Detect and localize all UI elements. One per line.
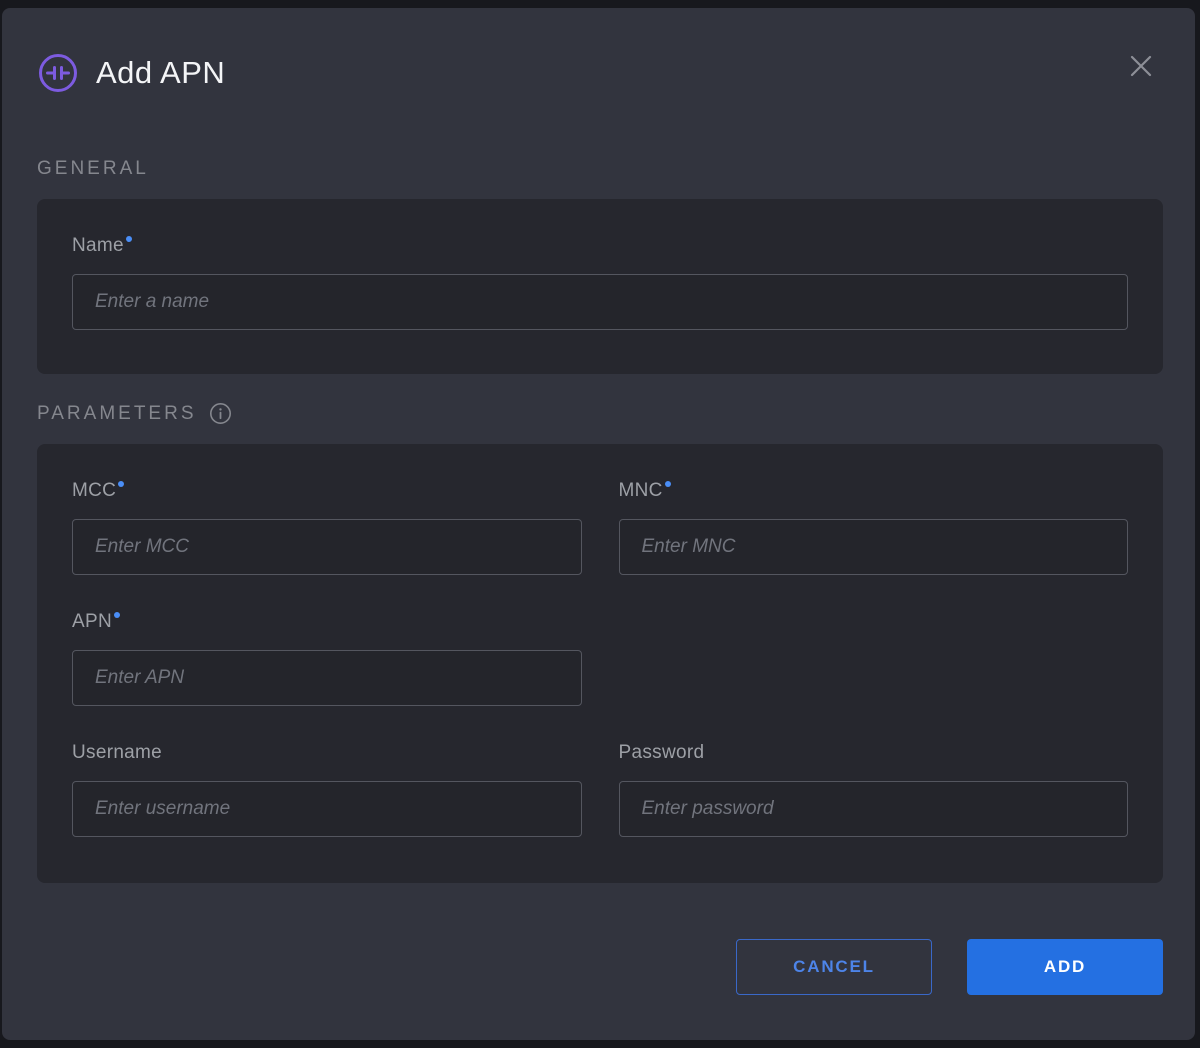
add-button[interactable]: ADD (967, 939, 1163, 995)
apn-label-row: APN (72, 611, 582, 634)
info-icon[interactable] (209, 402, 232, 425)
section-general-header: GENERAL (37, 158, 1163, 180)
modal-header: Add APN (37, 52, 1163, 94)
parameters-panel: MCC MNC APN Username (37, 444, 1163, 883)
password-label: Password (619, 742, 705, 763)
required-dot (114, 612, 120, 618)
apn-field: APN (72, 611, 582, 706)
mnc-field: MNC (619, 480, 1129, 575)
mcc-label-row: MCC (72, 480, 582, 503)
mnc-label: MNC (619, 480, 663, 501)
required-dot (118, 481, 124, 487)
apn-icon (37, 52, 79, 94)
username-input[interactable] (72, 781, 582, 837)
grid-spacer (619, 611, 1129, 706)
name-label: Name (72, 235, 124, 256)
mnc-input[interactable] (619, 519, 1129, 575)
general-panel: Name (37, 199, 1163, 374)
name-label-row: Name (72, 235, 1128, 258)
close-button[interactable] (1121, 46, 1161, 86)
required-dot (126, 236, 132, 242)
username-field: Username (72, 742, 582, 837)
name-input[interactable] (72, 274, 1128, 330)
add-apn-modal: Add APN GENERAL Name PARAMETERS (2, 8, 1195, 1040)
apn-label: APN (72, 611, 112, 632)
section-parameters-label: PARAMETERS (37, 403, 197, 425)
username-label: Username (72, 742, 162, 763)
mcc-label: MCC (72, 480, 116, 501)
mcc-field: MCC (72, 480, 582, 575)
cancel-button[interactable]: CANCEL (736, 939, 932, 995)
mcc-input[interactable] (72, 519, 582, 575)
password-field: Password (619, 742, 1129, 837)
page-title: Add APN (96, 55, 225, 91)
password-label-row: Password (619, 742, 1129, 765)
modal-footer: CANCEL ADD (37, 939, 1163, 995)
username-label-row: Username (72, 742, 582, 765)
section-general-label: GENERAL (37, 158, 149, 180)
apn-input[interactable] (72, 650, 582, 706)
close-icon (1125, 50, 1157, 82)
password-input[interactable] (619, 781, 1129, 837)
required-dot (665, 481, 671, 487)
section-parameters-header: PARAMETERS (37, 402, 1163, 425)
name-field: Name (72, 235, 1128, 330)
mnc-label-row: MNC (619, 480, 1129, 503)
